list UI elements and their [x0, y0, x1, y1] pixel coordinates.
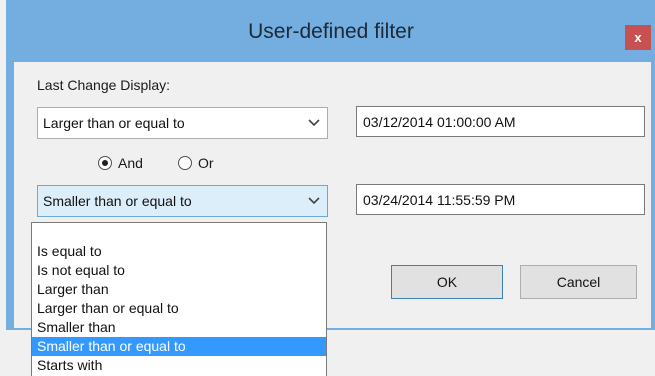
radio-or-label: Or: [198, 155, 214, 171]
close-icon: x: [634, 30, 642, 45]
radio-and-circle: [98, 156, 112, 170]
ok-button-label: OK: [436, 274, 458, 290]
radio-dot-icon: [102, 160, 108, 166]
screen: User-defined filter x Last Change Displa…: [0, 0, 655, 376]
value-field-1[interactable]: [356, 106, 645, 137]
field-label: Last Change Display:: [37, 77, 171, 93]
dropdown-items: Is equal to Is not equal to Larger than Lar…: [32, 242, 326, 375]
dropdown-option[interactable]: Larger than: [32, 280, 326, 299]
dropdown-option[interactable]: Smaller than: [32, 318, 326, 337]
dropdown-option[interactable]: Starts with: [32, 356, 326, 375]
value-2-input[interactable]: [357, 185, 644, 214]
operator-select-1[interactable]: Larger than or equal to: [37, 107, 328, 139]
operator-1-value: Larger than or equal to: [43, 115, 185, 131]
ok-button[interactable]: OK: [391, 265, 503, 299]
radio-and-label: And: [118, 155, 143, 171]
cancel-button[interactable]: Cancel: [520, 265, 637, 299]
title-bar[interactable]: User-defined filter x: [6, 0, 655, 62]
radio-or-circle: [178, 156, 192, 170]
cancel-button-label: Cancel: [556, 274, 601, 290]
operator-2-value: Smaller than or equal to: [43, 193, 192, 209]
dialog-title: User-defined filter: [248, 20, 414, 43]
dropdown-option[interactable]: Larger than or equal to: [32, 299, 326, 318]
dropdown-option[interactable]: Is equal to: [32, 242, 326, 261]
dropdown-option[interactable]: Is not equal to: [32, 261, 326, 280]
operator-select-2[interactable]: Smaller than or equal to: [37, 185, 328, 217]
value-field-2[interactable]: [356, 184, 645, 215]
operator-dropdown-list[interactable]: Is equal to Is not equal to Larger than Lar…: [31, 222, 327, 376]
value-1-input[interactable]: [357, 107, 644, 136]
close-button[interactable]: x: [625, 25, 651, 50]
dropdown-option[interactable]: Smaller than or equal to: [32, 337, 326, 356]
chevron-down-icon: [308, 119, 320, 127]
chevron-down-icon: [308, 197, 320, 205]
